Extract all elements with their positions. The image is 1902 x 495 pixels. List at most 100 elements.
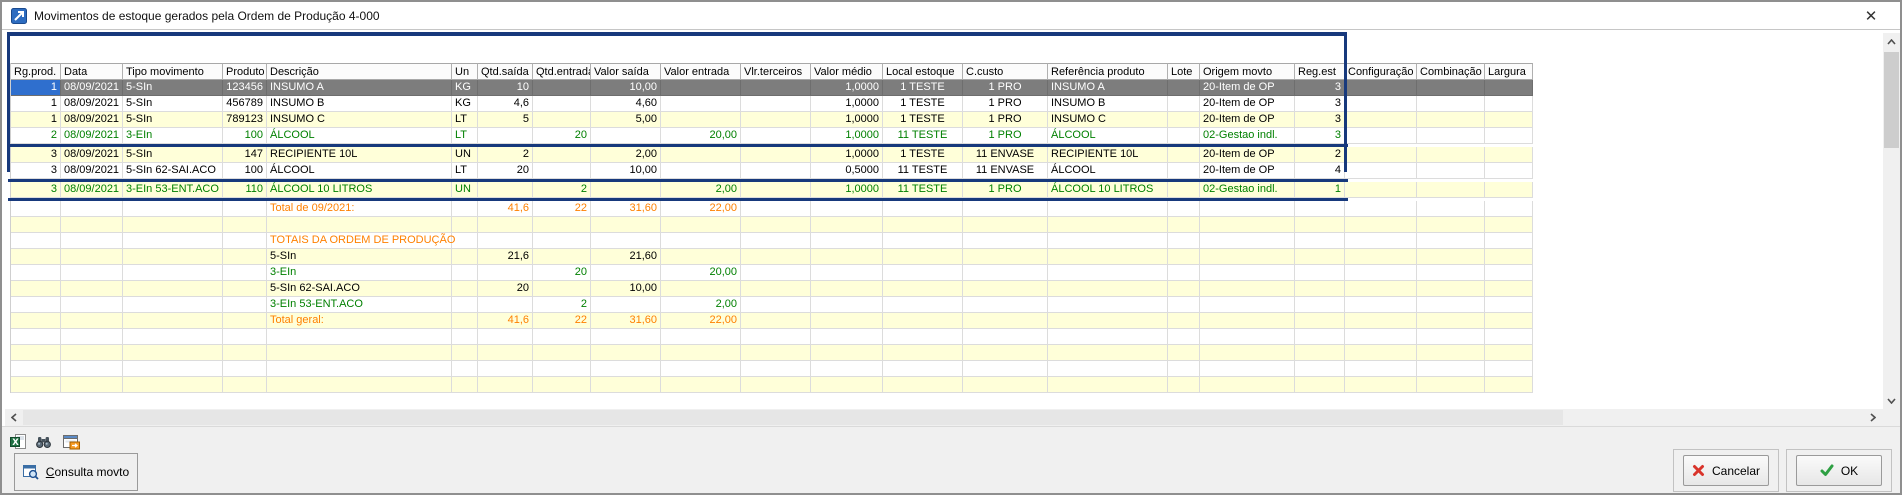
grid-cell[interactable] [591, 265, 661, 281]
grid-cell[interactable] [963, 361, 1048, 377]
grid-cell[interactable] [591, 297, 661, 313]
grid-cell[interactable]: 11 TESTE [883, 182, 963, 198]
grid-cell[interactable] [811, 281, 883, 297]
grid-cell[interactable]: 3-EIn 53-ENT.ACO [267, 297, 452, 313]
grid-row[interactable]: 308/09/20213-EIn 53-ENT.ACO110ÁLCOOL 10 … [11, 182, 1533, 198]
grid-cell[interactable] [1295, 281, 1345, 297]
grid-cell[interactable]: 789123 [223, 112, 267, 128]
grid-cell[interactable] [811, 345, 883, 361]
grid-row[interactable]: 308/09/20215-SIn 62-SAI.ACO100ÁLCOOLLT20… [11, 163, 1533, 179]
grid-cell[interactable] [1345, 377, 1417, 393]
grid-cell[interactable] [1295, 249, 1345, 265]
grid-cell[interactable]: LT [452, 112, 478, 128]
grid-cell[interactable]: 5 [478, 112, 533, 128]
grid-cell[interactable]: 20 [533, 128, 591, 144]
grid-cell[interactable] [1295, 233, 1345, 249]
grid-cell[interactable]: LT [452, 163, 478, 179]
grid-cell[interactable] [1485, 265, 1533, 281]
grid-cell[interactable] [11, 201, 61, 217]
grid-cell[interactable] [741, 281, 811, 297]
grid-cell[interactable] [1168, 112, 1200, 128]
grid-cell[interactable]: 20 [533, 265, 591, 281]
grid-cell[interactable]: 02-Gestao indl. [1200, 128, 1295, 144]
grid-cell[interactable] [223, 249, 267, 265]
grid-cell[interactable] [123, 345, 223, 361]
grid-cell[interactable] [741, 265, 811, 281]
grid-cell[interactable] [452, 329, 478, 345]
grid-row[interactable]: Total geral:41,62231,6022,00 [11, 313, 1533, 329]
grid-cell[interactable]: INSUMO A [267, 80, 452, 96]
grid-cell[interactable] [741, 297, 811, 313]
grid-cell[interactable]: ÁLCOOL 10 LITROS [1048, 182, 1168, 198]
grid-cell[interactable]: 5-SIn 62-SAI.ACO [267, 281, 452, 297]
grid-cell[interactable] [1485, 281, 1533, 297]
grid-cell[interactable] [452, 265, 478, 281]
grid-cell[interactable] [1417, 361, 1485, 377]
grid-cell[interactable] [1417, 233, 1485, 249]
grid-cell[interactable]: 08/09/2021 [61, 182, 123, 198]
grid-cell[interactable] [741, 96, 811, 112]
grid-cell[interactable] [1485, 377, 1533, 393]
grid-row[interactable]: TOTAIS DA ORDEM DE PRODUÇÃO [11, 233, 1533, 249]
grid-cell[interactable] [1048, 217, 1168, 233]
grid-cell[interactable]: 3-EIn [267, 265, 452, 281]
grid-cell[interactable] [533, 96, 591, 112]
grid-cell[interactable] [811, 361, 883, 377]
grid-cell[interactable] [963, 217, 1048, 233]
grid-cell[interactable] [1485, 217, 1533, 233]
column-header[interactable]: Reg.est [1295, 63, 1345, 80]
grid-cell[interactable] [883, 217, 963, 233]
grid-cell[interactable] [1417, 313, 1485, 329]
grid-cell[interactable] [452, 345, 478, 361]
grid-cell[interactable]: 1 TESTE [883, 80, 963, 96]
grid-cell[interactable] [1048, 297, 1168, 313]
grid-cell[interactable]: 1,0000 [811, 96, 883, 112]
grid-cell[interactable] [591, 345, 661, 361]
grid-cell[interactable] [61, 233, 123, 249]
grid-cell[interactable] [223, 201, 267, 217]
column-header[interactable]: Un [452, 63, 478, 80]
grid-cell[interactable] [223, 217, 267, 233]
grid-cell[interactable] [123, 265, 223, 281]
grid-cell[interactable] [661, 281, 741, 297]
grid-row[interactable]: 5-SIn21,621,60 [11, 249, 1533, 265]
grid-cell[interactable] [661, 96, 741, 112]
grid-cell[interactable] [1168, 201, 1200, 217]
grid-cell[interactable]: 4,60 [591, 96, 661, 112]
grid-cell[interactable] [1295, 201, 1345, 217]
grid-cell[interactable] [1295, 217, 1345, 233]
cancel-button[interactable]: Cancelar [1683, 455, 1769, 486]
grid-cell[interactable]: 10,00 [591, 163, 661, 179]
grid-cell[interactable]: 02-Gestao indl. [1200, 182, 1295, 198]
grid-cell[interactable] [591, 377, 661, 393]
grid-cell[interactable] [452, 313, 478, 329]
grid-cell[interactable]: 22,00 [661, 313, 741, 329]
grid-cell[interactable]: KG [452, 80, 478, 96]
grid-cell[interactable] [1345, 249, 1417, 265]
grid-cell[interactable] [883, 249, 963, 265]
grid-cell[interactable] [1200, 313, 1295, 329]
grid-cell[interactable] [267, 217, 452, 233]
grid-cell[interactable]: 5-SIn [123, 80, 223, 96]
grid-cell[interactable] [741, 377, 811, 393]
grid-cell[interactable] [1345, 128, 1417, 144]
grid-cell[interactable]: 20-Item de OP [1200, 96, 1295, 112]
grid-cell[interactable] [1345, 182, 1417, 198]
grid-cell[interactable]: 0,5000 [811, 163, 883, 179]
grid-cell[interactable] [123, 297, 223, 313]
grid-cell[interactable] [11, 281, 61, 297]
grid-cell[interactable]: 20-Item de OP [1200, 147, 1295, 163]
grid-cell[interactable] [1345, 297, 1417, 313]
grid-cell[interactable] [963, 265, 1048, 281]
grid-cell[interactable] [267, 329, 452, 345]
grid-cell[interactable] [1417, 163, 1485, 179]
grid-cell[interactable] [123, 313, 223, 329]
grid-cell[interactable] [741, 313, 811, 329]
grid-cell[interactable] [223, 329, 267, 345]
grid-cell[interactable] [1485, 201, 1533, 217]
grid-cell[interactable] [661, 233, 741, 249]
grid-cell[interactable] [741, 80, 811, 96]
grid-cell[interactable]: 3 [1295, 80, 1345, 96]
grid-cell[interactable]: 2 [478, 147, 533, 163]
grid-cell[interactable] [223, 377, 267, 393]
